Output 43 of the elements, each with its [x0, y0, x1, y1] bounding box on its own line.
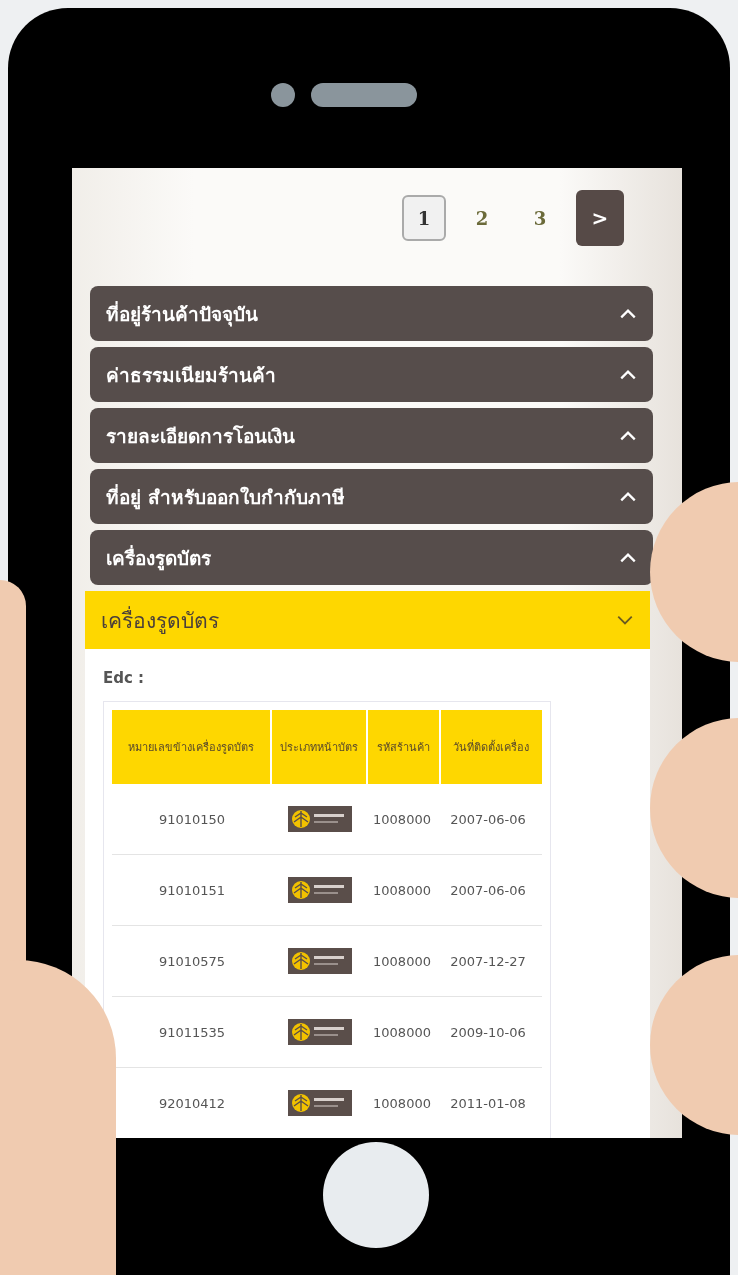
table-cell-text: 2007-06-06 [449, 882, 527, 898]
table-cell-text: 1008000 [372, 1095, 432, 1111]
accordion-header[interactable]: เครื่องรูดบัตร [90, 530, 653, 585]
chevron-up-icon [619, 429, 637, 442]
card-logo-icon [288, 948, 352, 974]
column-header: หมายเลขข้างเครื่องรูดบัตร [112, 710, 271, 784]
table-cell-text: 1008000 [372, 1024, 432, 1040]
table-cell-text: 1008000 [372, 811, 432, 827]
accordion-header[interactable]: รายละเอียดการโอนเงิน [90, 408, 653, 463]
table-cell-text: 2007-06-06 [449, 811, 527, 827]
table-cell-text: 91011535 [157, 1024, 227, 1040]
card-logo-icon [288, 1019, 352, 1045]
chevron-down-icon [616, 614, 634, 626]
chevron-up-icon [619, 368, 637, 381]
column-header: ประเภทหน้าบัตร [272, 710, 366, 784]
table-cell-text: 1008000 [372, 882, 432, 898]
card-logo-icon [288, 1090, 352, 1116]
camera-icon [271, 83, 295, 107]
table-cell-text: 91010151 [157, 882, 227, 898]
column-header: วันที่ติดตั้งเครื่อง [440, 710, 542, 784]
column-header: รหัสร้านค้า [368, 710, 439, 784]
edc-label: Edc : [103, 669, 146, 687]
page-button[interactable]: 3 [518, 195, 562, 241]
accordion-header[interactable]: ค่าธรรมเนียมร้านค้า [90, 347, 653, 402]
page-button[interactable]: 2 [460, 195, 504, 241]
table-cell-text: 2011-01-08 [449, 1095, 527, 1111]
card-logo-icon [288, 806, 352, 832]
table-cell-text: 1008000 [372, 953, 432, 969]
card-logo-icon [288, 877, 352, 903]
chevron-up-icon [619, 551, 637, 564]
table-cell-text: 91010150 [157, 811, 227, 827]
table-cell-text: 2007-12-27 [449, 953, 527, 969]
accordion-header[interactable]: ที่อยู่ร้านค้าปัจจุบัน [90, 286, 653, 341]
table-cell-text: 92010412 [157, 1095, 227, 1111]
speaker-icon [311, 83, 417, 107]
chevron-up-icon [619, 307, 637, 320]
table-cell-text: 91010575 [157, 953, 227, 969]
chevron-up-icon [619, 490, 637, 503]
accordion-header[interactable]: เครื่องรูดบัตร [85, 591, 650, 649]
page-button[interactable]: 1 [402, 195, 446, 241]
accordion-header[interactable]: ที่อยู่ สำหรับออกใบกำกับภาษี [90, 469, 653, 524]
next-page-button[interactable]: > [576, 190, 624, 246]
table-cell-text: 2009-10-06 [449, 1024, 527, 1040]
